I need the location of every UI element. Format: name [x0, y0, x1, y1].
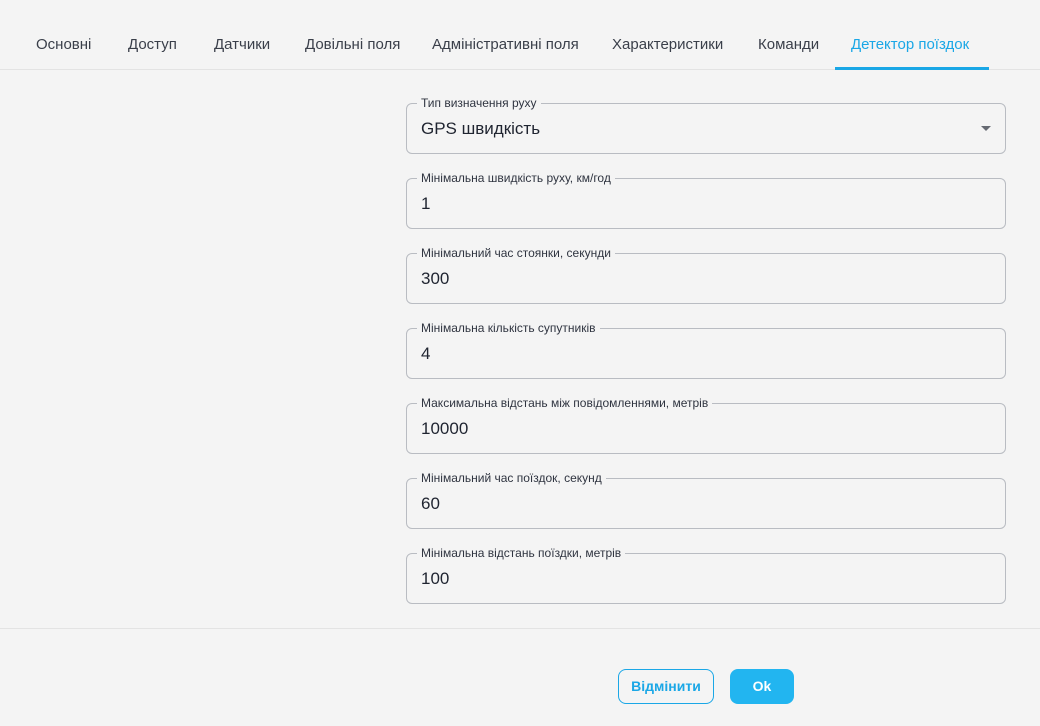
min-satellites-field[interactable]: Мінімальна кількість супутників 4 — [406, 321, 1006, 379]
min-parking-time-field[interactable]: Мінімальний час стоянки, секунди 300 — [406, 246, 1006, 304]
tab-main[interactable]: Основні — [36, 0, 91, 70]
min-speed-label: Мінімальна швидкість руху, км/год — [417, 171, 615, 185]
min-trip-time-value[interactable]: 60 — [421, 479, 440, 528]
min-parking-time-value[interactable]: 300 — [421, 254, 449, 303]
tab-bar: Основні Доступ Датчики Довільні поля Адм… — [0, 0, 1040, 70]
max-message-distance-field[interactable]: Максимальна відстань між повідомленнями,… — [406, 396, 1006, 454]
min-speed-field[interactable]: Мінімальна швидкість руху, км/год 1 — [406, 171, 1006, 229]
min-trip-distance-field[interactable]: Мінімальна відстань поїздки, метрів 100 — [406, 546, 1006, 604]
ok-button[interactable]: Ok — [730, 669, 794, 704]
max-message-distance-value[interactable]: 10000 — [421, 404, 468, 453]
min-speed-value[interactable]: 1 — [421, 179, 430, 228]
tab-commands[interactable]: Команди — [758, 0, 819, 70]
min-trip-distance-value[interactable]: 100 — [421, 554, 449, 603]
min-satellites-label: Мінімальна кількість супутників — [417, 321, 600, 335]
movement-type-select[interactable]: Тип визначення руху GPS швидкість — [406, 96, 1006, 154]
min-trip-time-label: Мінімальний час поїздок, секунд — [417, 471, 606, 485]
movement-type-value: GPS швидкість — [421, 119, 541, 138]
dropdown-caret-icon[interactable] — [981, 126, 991, 131]
tab-access[interactable]: Доступ — [128, 0, 177, 70]
tab-characteristics[interactable]: Характеристики — [612, 0, 723, 70]
tab-sensors[interactable]: Датчики — [214, 0, 270, 70]
min-satellites-value[interactable]: 4 — [421, 329, 430, 378]
tab-custom-fields[interactable]: Довільні поля — [305, 0, 400, 70]
tab-trip-detector[interactable]: Детектор поїздок — [851, 0, 969, 70]
footer-divider — [0, 628, 1040, 629]
tab-admin-fields[interactable]: Адміністративні поля — [432, 0, 579, 70]
cancel-button[interactable]: Відмінити — [618, 669, 714, 704]
min-trip-time-field[interactable]: Мінімальний час поїздок, секунд 60 — [406, 471, 1006, 529]
active-tab-indicator — [835, 67, 989, 70]
